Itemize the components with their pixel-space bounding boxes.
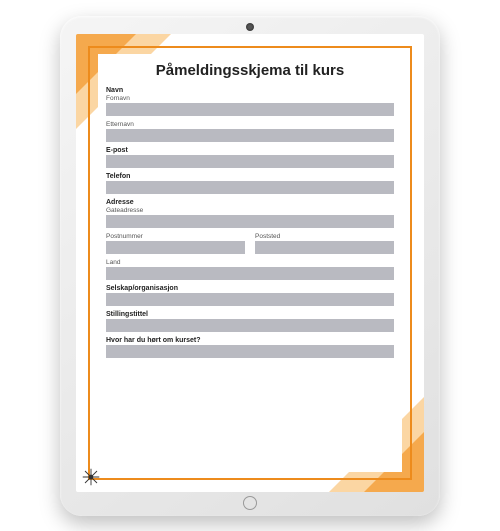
country-label: Land xyxy=(106,259,394,266)
city-label: Poststed xyxy=(255,233,394,240)
tablet-screen: Påmeldingsskjema til kurs Navn Fornavn E… xyxy=(76,34,424,492)
name-label: Navn xyxy=(106,87,394,94)
jobtitle-input[interactable] xyxy=(106,319,394,332)
country-input[interactable] xyxy=(106,267,394,280)
postcode-input[interactable] xyxy=(106,241,245,254)
starburst-icon xyxy=(82,468,100,486)
email-input[interactable] xyxy=(106,155,394,168)
jobtitle-label: Stillingstittel xyxy=(106,311,394,318)
street-input[interactable] xyxy=(106,215,394,228)
phone-label: Telefon xyxy=(106,173,394,180)
firstname-label: Fornavn xyxy=(106,95,394,102)
heard-input[interactable] xyxy=(106,345,394,358)
lastname-label: Etternavn xyxy=(106,121,394,128)
form-content: Påmeldingsskjema til kurs Navn Fornavn E… xyxy=(98,54,402,472)
form-title: Påmeldingsskjema til kurs xyxy=(106,62,394,79)
heard-label: Hvor har du hørt om kurset? xyxy=(106,337,394,344)
tablet-home-button[interactable] xyxy=(243,496,257,510)
company-label: Selskap/organisasjon xyxy=(106,285,394,292)
tablet-device: Påmeldingsskjema til kurs Navn Fornavn E… xyxy=(60,16,440,516)
firstname-input[interactable] xyxy=(106,103,394,116)
company-input[interactable] xyxy=(106,293,394,306)
city-input[interactable] xyxy=(255,241,394,254)
tablet-camera xyxy=(246,23,254,31)
street-label: Gateadresse xyxy=(106,207,394,214)
phone-input[interactable] xyxy=(106,181,394,194)
email-label: E-post xyxy=(106,147,394,154)
postcode-label: Postnummer xyxy=(106,233,245,240)
address-label: Adresse xyxy=(106,199,394,206)
lastname-input[interactable] xyxy=(106,129,394,142)
